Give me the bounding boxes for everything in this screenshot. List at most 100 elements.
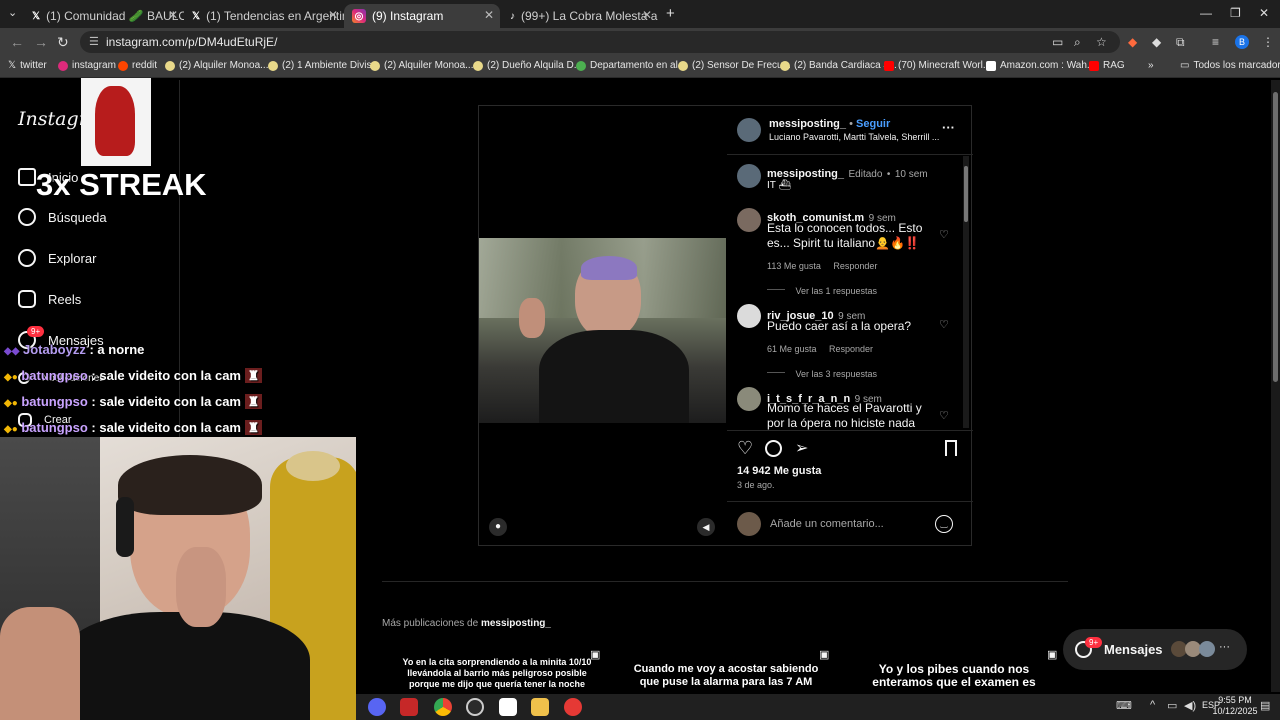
view-replies[interactable]: Ver las 3 respuestas [767, 364, 877, 382]
view-replies[interactable]: Ver las 1 respuestas [767, 281, 877, 299]
bookmark-instagram[interactable]: instagram [58, 60, 116, 71]
profile-avatar[interactable]: B [1235, 35, 1249, 49]
close-icon[interactable]: ✕ [642, 8, 652, 22]
bookmark-twitter[interactable]: 𝕏twitter [8, 60, 47, 71]
zoom-icon[interactable]: ⌕ [1074, 35, 1081, 50]
share-icon[interactable]: ➢ [795, 438, 808, 458]
window-close-icon[interactable]: ✕ [1259, 6, 1269, 20]
keyboard-icon[interactable]: ⌨ [1116, 699, 1132, 712]
author-username[interactable]: messiposting_ [769, 118, 846, 130]
notifications-icon[interactable]: ▤ [1260, 699, 1270, 712]
extension-icon[interactable]: ◆ [1128, 35, 1137, 49]
commenter-avatar[interactable] [737, 208, 761, 232]
comment-like-icon[interactable]: ♡ [939, 318, 949, 331]
chrome-icon[interactable] [434, 698, 452, 716]
forward-icon[interactable]: → [34, 34, 48, 50]
new-tab-button[interactable]: + [666, 5, 675, 22]
thumbnail-caption[interactable]: Yo en la cita sorprendiendo a la minita … [396, 657, 598, 694]
comment-likes[interactable]: 61 Me gusta [767, 344, 817, 354]
follow-button[interactable]: Seguir [856, 118, 890, 130]
bookmark-item[interactable]: (2) Dueño Alquila D... [473, 60, 582, 71]
reply-button[interactable]: Responder [829, 344, 873, 354]
site-info-icon[interactable]: ☰ [89, 31, 99, 53]
author-avatar[interactable] [737, 164, 761, 188]
opera-icon[interactable] [564, 698, 582, 716]
bookmark-star-icon[interactable]: ☆ [1096, 35, 1107, 49]
tagged-users-icon[interactable]: ● [489, 518, 507, 536]
messages-pill[interactable]: 9+ Mensajes ··· [1063, 629, 1247, 670]
more-posts-username[interactable]: messiposting_ [481, 618, 551, 629]
bookmarks-overflow-button[interactable]: » [1148, 60, 1154, 71]
nav-explorar[interactable]: Explorar [18, 249, 96, 267]
comment-icon[interactable] [765, 440, 782, 457]
tab-comunidad[interactable]: 𝕏 (1) Comunidad 🥒 BAULO CLUB ✕ [24, 4, 184, 28]
all-bookmarks-button[interactable]: ▭Todos los marcadores [1180, 60, 1280, 71]
bookmark-item[interactable]: (2) Alquiler Monoa... [165, 60, 269, 71]
comment-likes[interactable]: 113 Me gusta [767, 261, 821, 271]
post-video[interactable] [479, 238, 726, 423]
bookmark-item[interactable]: (70) Minecraft Worl... [884, 60, 991, 71]
nav-busqueda[interactable]: Búsqueda [18, 208, 107, 226]
bookmark-item[interactable]: (2) 1 Ambiente Divis... [268, 60, 380, 71]
volume-tray-icon[interactable]: ◀) [1184, 699, 1196, 712]
close-icon[interactable]: ✕ [328, 8, 338, 22]
audio-attribution[interactable]: Luciano Pavarotti, Martti Talvela, Sherr… [769, 132, 939, 142]
back-icon[interactable]: ← [10, 34, 24, 50]
app-icon[interactable] [400, 698, 418, 716]
close-icon[interactable]: ✕ [484, 8, 494, 22]
reload-icon[interactable]: ↻ [57, 34, 69, 51]
app-icon[interactable] [499, 698, 517, 716]
bookmark-reddit[interactable]: reddit [118, 60, 157, 71]
comment-like-icon[interactable]: ♡ [939, 409, 949, 422]
volume-icon[interactable]: ◀ [697, 518, 715, 536]
media-icon[interactable]: ≡ [1212, 35, 1219, 49]
bookmark-item[interactable]: RAG [1089, 60, 1125, 71]
obs-icon[interactable] [466, 698, 484, 716]
tray-chevron-icon[interactable]: ^ [1150, 699, 1155, 711]
bookmark-item[interactable]: (2) Alquiler Monoa... [370, 60, 474, 71]
compass-icon [18, 249, 36, 267]
discord-icon[interactable] [368, 698, 386, 716]
tab-search-icon[interactable]: ⌄ [8, 6, 17, 19]
tab-tiktok[interactable]: ♪ (99+) La Cobra Molesta a Davo ✕ [502, 4, 658, 28]
comment-like-icon[interactable]: ♡ [939, 228, 949, 241]
restore-icon[interactable]: ❐ [1230, 6, 1241, 20]
extension-icon[interactable]: ◆ [1152, 35, 1161, 49]
more-options-button[interactable]: ··· [942, 120, 955, 135]
bookmark-label: (2) 1 Ambiente Divis... [282, 60, 380, 71]
person-coat [539, 330, 689, 423]
tab-instagram[interactable]: ◎ (9) Instagram ✕ [344, 4, 500, 28]
emoji-icon[interactable]: ‿ [935, 515, 953, 533]
network-icon[interactable]: ▭ [1167, 699, 1177, 712]
author-avatar[interactable] [737, 118, 761, 142]
close-icon[interactable]: ✕ [168, 8, 178, 22]
bookmark-item[interactable]: Amazon.com : Wah... [986, 60, 1095, 71]
page-scrollbar[interactable] [1271, 80, 1280, 692]
address-bar[interactable]: ☰ instagram.com/p/DM4udEtuRjE/ [80, 31, 1120, 53]
person-hand [519, 298, 545, 338]
bookmark-item[interactable]: (2) Sensor De Frecu... [678, 60, 791, 71]
commenter-avatar[interactable] [737, 387, 761, 411]
comment-input[interactable]: Añade un comentario... [770, 518, 884, 530]
minimize-icon[interactable]: — [1200, 6, 1212, 20]
comments-scroll-thumb[interactable] [964, 166, 968, 222]
thumbnail-caption[interactable]: Yo y los pibes cuando nos enteramos que … [858, 663, 1050, 694]
extensions-puzzle-icon[interactable]: ⧉ [1176, 35, 1185, 50]
bookmark-item[interactable]: (2) Banda Cardiaca J... [780, 60, 897, 71]
like-count[interactable]: 14 942 Me gusta [737, 465, 821, 477]
nav-reels[interactable]: Reels [18, 290, 81, 308]
comments-scrollbar[interactable] [963, 156, 969, 428]
thumbnail-caption[interactable]: Cuando me voy a acostar sabiendo que pus… [628, 663, 824, 694]
tab-tendencias[interactable]: 𝕏 (1) Tendencias en Argentina en ✕ [184, 4, 344, 28]
menu-kebab-icon[interactable]: ⋮ [1262, 35, 1274, 49]
page-scroll-thumb[interactable] [1273, 92, 1278, 382]
save-icon[interactable] [945, 440, 957, 456]
like-icon[interactable]: ♡ [737, 438, 753, 459]
clock[interactable]: 9:55 PM 10/12/2025 [1210, 695, 1260, 717]
bookmark-item[interactable]: Departamento en al... [576, 60, 686, 71]
reply-button[interactable]: Responder [833, 261, 877, 271]
devil-figure [95, 86, 135, 156]
file-explorer-icon[interactable] [531, 698, 549, 716]
commenter-avatar[interactable] [737, 304, 761, 328]
install-app-icon[interactable]: ▭ [1052, 35, 1063, 49]
